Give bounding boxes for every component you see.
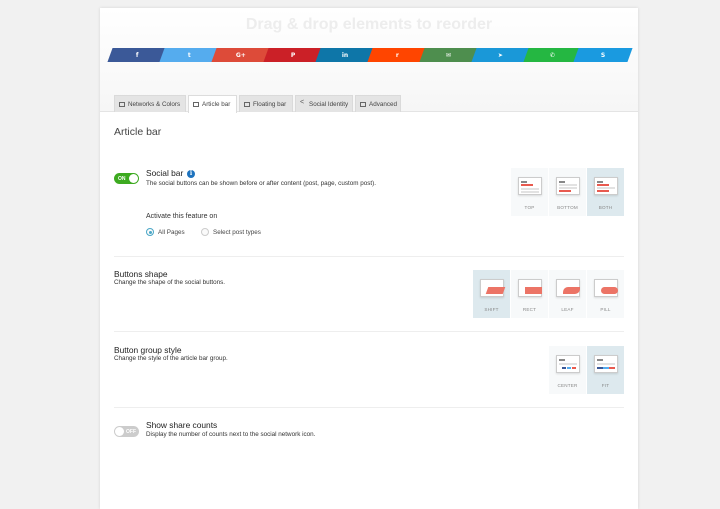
email-icon: ✉ xyxy=(446,51,452,59)
facebook-button[interactable]: f xyxy=(107,48,167,62)
twitter-button[interactable]: t xyxy=(159,48,219,62)
tab-advanced[interactable]: Advanced xyxy=(355,95,401,112)
google-plus-button[interactable]: G+ xyxy=(211,48,271,62)
tab-social-identity[interactable]: Social Identity xyxy=(295,95,353,112)
shape-leaf-label: LEAF xyxy=(561,307,574,312)
social-bar-title: Social bar xyxy=(146,168,184,178)
telegram-button[interactable]: ➤ xyxy=(471,48,531,62)
drag-drop-title: Drag & drop elements to reorder xyxy=(245,16,493,33)
position-top-label: TOP xyxy=(524,205,535,210)
toggle-knob xyxy=(115,427,124,436)
group-fit-option[interactable]: FIT xyxy=(587,346,624,394)
position-options: TOP BOTTOM BOTH xyxy=(511,168,624,216)
shift-shape-icon xyxy=(485,287,506,294)
settings-panel: Drag & drop elements to reorder f t G+ P… xyxy=(100,8,638,509)
google-plus-icon: G+ xyxy=(236,51,246,59)
linkedin-button[interactable]: in xyxy=(315,48,375,62)
shape-pill-thumbnail xyxy=(594,279,618,297)
position-top-thumbnail xyxy=(518,177,542,195)
social-bar-description: The social buttons can be shown before o… xyxy=(146,180,376,187)
info-icon[interactable]: i xyxy=(187,170,195,178)
shape-shift-label: SHIFT xyxy=(484,307,499,312)
share-counts-description: Display the number of counts next to the… xyxy=(146,431,316,438)
facebook-icon: f xyxy=(135,51,139,59)
position-bottom-thumbnail xyxy=(556,177,580,195)
share-icon xyxy=(300,99,306,107)
window-icon xyxy=(244,101,250,107)
pill-shape-icon xyxy=(601,287,618,294)
reddit-icon: r xyxy=(395,51,399,59)
shape-rect-thumbnail xyxy=(518,279,542,297)
shape-leaf-option[interactable]: LEAF xyxy=(549,270,586,318)
shape-pill-label: PILL xyxy=(600,307,611,312)
shape-shift-thumbnail xyxy=(480,279,506,297)
shape-leaf-thumbnail xyxy=(556,279,580,297)
divider xyxy=(114,331,624,332)
reddit-button[interactable]: r xyxy=(367,48,427,62)
buttons-shape-title: Buttons shape xyxy=(114,269,168,279)
position-both-label: BOTH xyxy=(598,205,613,210)
radio-dot xyxy=(146,228,154,236)
buttons-shape-description: Change the shape of the social buttons. xyxy=(114,279,225,286)
settings-icon xyxy=(360,101,366,107)
linkedin-icon: in xyxy=(341,51,349,59)
social-buttons-strip: f t G+ P in r ✉ ➤ ✆ S xyxy=(107,48,633,62)
shape-rect-label: RECT xyxy=(522,307,537,312)
shape-pill-option[interactable]: PILL xyxy=(587,270,624,318)
social-bar-toggle[interactable]: ON xyxy=(114,173,139,184)
section-title: Article bar xyxy=(114,126,162,138)
radio-select-post-types[interactable]: Select post types xyxy=(201,228,261,236)
shape-rect-option[interactable]: RECT xyxy=(511,270,548,318)
skype-button[interactable]: S xyxy=(573,48,633,62)
tab-networks-colors[interactable]: Networks & Colors xyxy=(114,95,186,112)
whatsapp-icon: ✆ xyxy=(550,51,556,59)
palette-icon xyxy=(119,101,125,107)
twitter-icon: t xyxy=(187,51,191,59)
group-center-option[interactable]: CENTER xyxy=(549,346,586,394)
tab-floating-bar[interactable]: Floating bar xyxy=(239,95,293,112)
position-both-thumbnail xyxy=(594,177,618,195)
leaf-shape-icon xyxy=(563,287,580,294)
skype-icon: S xyxy=(600,51,606,59)
position-both-option[interactable]: BOTH xyxy=(587,168,624,216)
shape-options: SHIFT RECT LEAF PILL xyxy=(473,270,624,318)
email-button[interactable]: ✉ xyxy=(419,48,479,62)
pinterest-button[interactable]: P xyxy=(263,48,323,62)
divider xyxy=(114,256,624,257)
group-center-label: CENTER xyxy=(557,383,578,388)
tab-article-bar[interactable]: Article bar xyxy=(188,95,237,113)
share-counts-title: Show share counts xyxy=(146,420,218,430)
group-style-options: CENTER FIT xyxy=(549,346,624,394)
button-group-style-title: Button group style xyxy=(114,345,182,355)
group-fit-label: FIT xyxy=(601,383,610,388)
group-fit-thumbnail xyxy=(594,355,618,373)
divider xyxy=(114,407,624,408)
radio-dot xyxy=(201,228,209,236)
position-bottom-label: BOTTOM xyxy=(557,205,578,210)
position-top-option[interactable]: TOP xyxy=(511,168,548,216)
preview-header: Drag & drop elements to reorder f t G+ P… xyxy=(100,8,638,113)
button-group-style-description: Change the style of the article bar grou… xyxy=(114,355,228,362)
menu-icon xyxy=(193,102,199,107)
shape-shift-option[interactable]: SHIFT xyxy=(473,270,510,318)
activate-label: Activate this feature on xyxy=(146,213,218,220)
position-bottom-option[interactable]: BOTTOM xyxy=(549,168,586,216)
radio-all-pages[interactable]: All Pages xyxy=(146,228,185,236)
group-center-thumbnail xyxy=(556,355,580,373)
rect-shape-icon xyxy=(525,287,542,294)
toggle-knob xyxy=(129,174,138,183)
telegram-icon: ➤ xyxy=(498,51,504,59)
share-counts-toggle[interactable]: OFF xyxy=(114,426,139,437)
pinterest-icon: P xyxy=(290,51,296,59)
